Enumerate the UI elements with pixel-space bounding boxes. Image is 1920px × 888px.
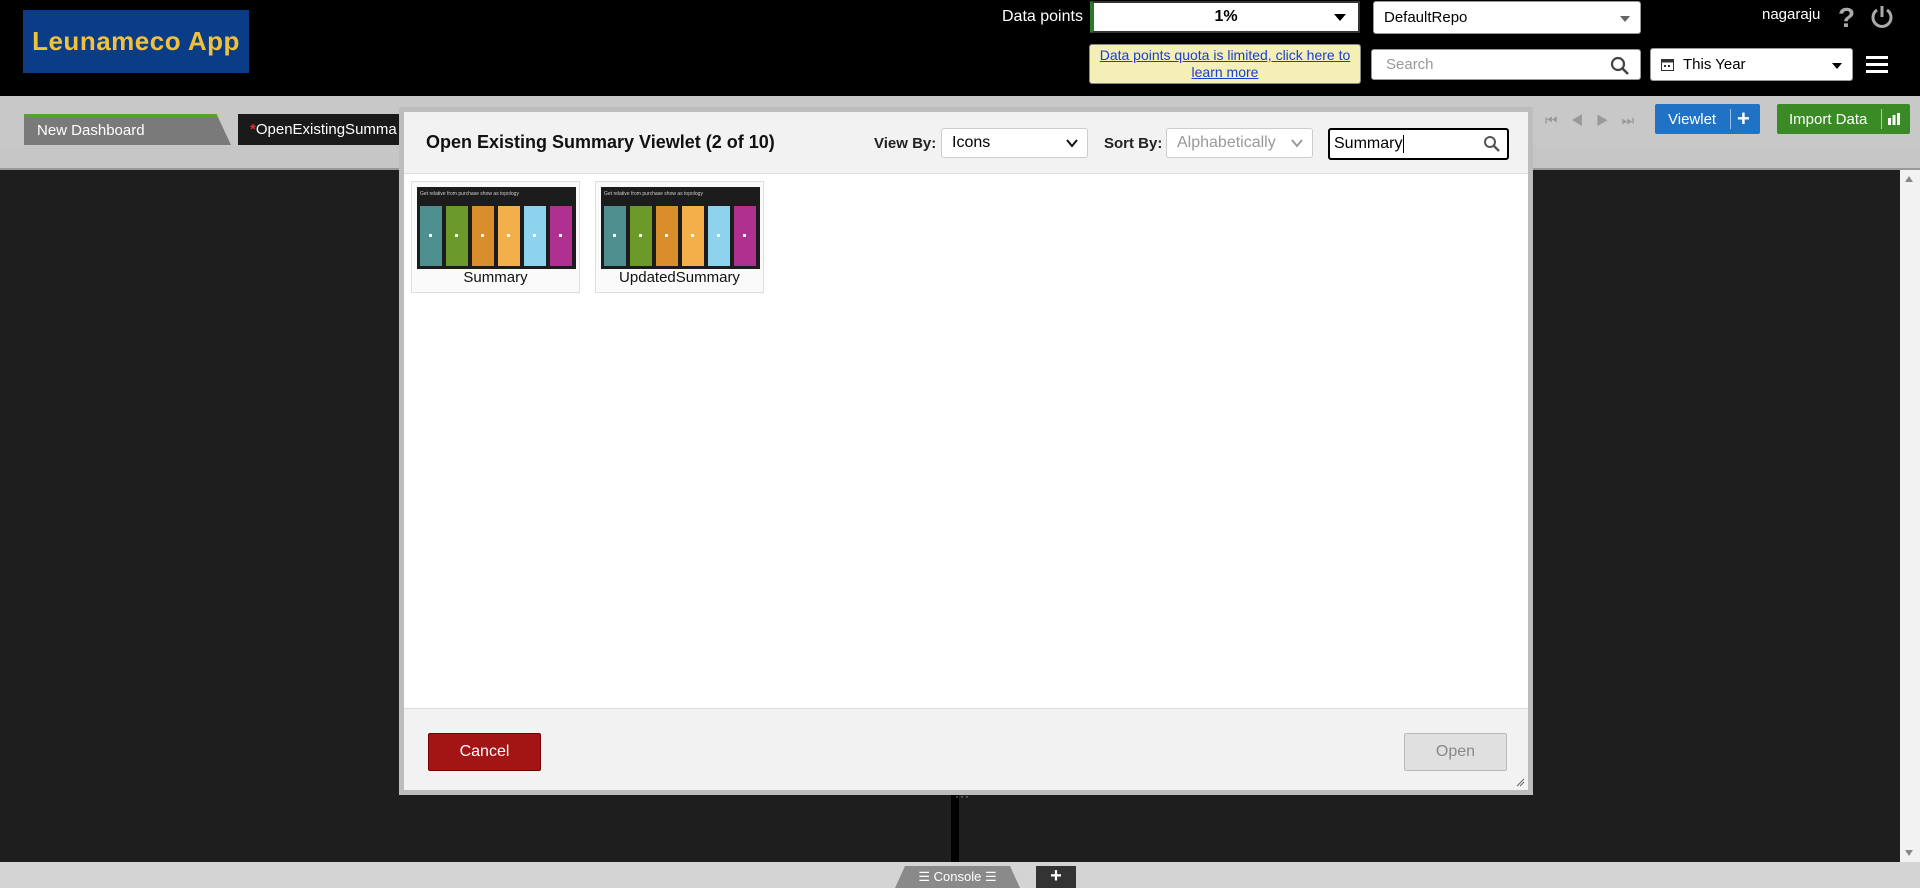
data-points-label: Data points	[1002, 8, 1083, 25]
open-button[interactable]: Open	[1404, 733, 1507, 771]
sort-by-label: Sort By:	[1104, 135, 1163, 152]
thumbnail-bar	[630, 206, 652, 266]
time-range-value: This Year	[1683, 56, 1746, 73]
viewlet-thumbnail: Get relative from purchase show as topol…	[417, 187, 576, 269]
view-by-value: Icons	[952, 134, 991, 151]
thumbnail-bar	[446, 206, 468, 266]
chevron-down-icon	[1066, 139, 1078, 148]
viewlet-name: UpdatedSummary	[619, 269, 740, 286]
open-viewlet-dialog: Open Existing Summary Viewlet (2 of 10) …	[399, 107, 1533, 795]
scroll-up-icon[interactable]	[1905, 176, 1913, 182]
search-placeholder: Search	[1386, 56, 1434, 73]
dialog-header: Open Existing Summary Viewlet (2 of 10) …	[404, 112, 1528, 174]
username[interactable]: nagaraju	[1762, 6, 1820, 23]
viewlet-label: Viewlet	[1668, 110, 1717, 128]
caret-down-icon	[1620, 16, 1630, 22]
chevron-down-icon	[1291, 139, 1303, 148]
sort-by-value: Alphabetically	[1177, 134, 1276, 151]
dialog-footer: Cancel Open	[404, 709, 1528, 790]
view-by-label: View By:	[874, 135, 937, 152]
import-data-button[interactable]: Import Data	[1777, 104, 1910, 134]
data-points-value: 1%	[1214, 8, 1238, 25]
console-tab[interactable]: ☰ Console ☰	[895, 866, 1020, 888]
power-icon[interactable]	[1869, 4, 1895, 30]
viewlet-name: Summary	[463, 269, 528, 286]
thumbnail-bar	[550, 206, 572, 266]
button-separator	[1730, 109, 1731, 129]
thumbnail-bar	[708, 206, 730, 266]
search-icon[interactable]	[1610, 56, 1630, 76]
viewlet-tile-summary[interactable]: Get relative from purchase show as topol…	[411, 181, 580, 293]
cancel-button[interactable]: Cancel	[428, 733, 541, 771]
app-logo[interactable]: Leunameco App	[23, 10, 249, 73]
thumbnail-bar-dot	[533, 234, 536, 237]
thumbnail-bar	[734, 206, 756, 266]
global-search-input[interactable]: Search	[1371, 49, 1641, 80]
scroll-down-icon[interactable]	[1905, 850, 1913, 856]
repo-select[interactable]: DefaultRepo	[1373, 1, 1641, 34]
tab-open-existing-summary[interactable]: *OpenExistingSumma	[238, 114, 418, 145]
thumbnail-bar-dot	[559, 234, 562, 237]
thumbnail-bar-dot	[691, 234, 694, 237]
tab-new-dashboard[interactable]: New Dashboard	[24, 114, 231, 145]
thumbnail-bar-dot	[743, 234, 746, 237]
thumbnail-bar-dot	[507, 234, 510, 237]
quota-link[interactable]: Data points quota is limited, click here…	[1100, 47, 1351, 80]
quota-notice: Data points quota is limited, click here…	[1089, 44, 1361, 84]
thumbnail-bar-dot	[455, 234, 458, 237]
thumbnail-bar	[656, 206, 678, 266]
thumbnail-bar-dot	[613, 234, 616, 237]
resize-grip-icon[interactable]	[1515, 777, 1525, 787]
dialog-title: Open Existing Summary Viewlet (2 of 10)	[426, 132, 775, 152]
tab-label: New Dashboard	[37, 122, 145, 139]
tab-label: OpenExistingSumma	[255, 121, 397, 138]
import-label: Import Data	[1789, 110, 1868, 128]
thumbnail-bar	[682, 206, 704, 266]
help-icon[interactable]: ?	[1838, 2, 1855, 34]
plus-icon: +	[1737, 106, 1750, 131]
viewlet-thumbnail: Get relative from purchase show as topol…	[601, 187, 760, 269]
prev-tab-icon[interactable]: ◀	[1571, 112, 1597, 128]
thumbnail-bar-dot	[429, 234, 432, 237]
thumbnail-bar-dot	[665, 234, 668, 237]
thumbnail-bar	[420, 206, 442, 266]
top-bar: Leunameco App Data points 1% DefaultRepo…	[0, 0, 1920, 96]
thumbnail-bar-dot	[639, 234, 642, 237]
next-tab-icon[interactable]: ▶	[1596, 112, 1622, 128]
search-icon[interactable]	[1483, 135, 1501, 153]
viewlet-tile-updatedsummary[interactable]: Get relative from purchase show as topol…	[595, 181, 764, 293]
import-icon	[1888, 113, 1900, 125]
add-viewlet-button[interactable]: Viewlet +	[1655, 104, 1760, 134]
viewlet-search-input[interactable]: Summary	[1328, 128, 1509, 160]
tab-nav-arrows[interactable]: ⏮◀▶⏭	[1545, 112, 1647, 129]
thumbnail-bar	[472, 206, 494, 266]
sort-by-select[interactable]: Alphabetically	[1166, 128, 1313, 158]
caret-down-icon	[1832, 63, 1842, 69]
view-by-select[interactable]: Icons	[941, 128, 1088, 158]
search-value: Summary	[1334, 135, 1403, 152]
last-tab-icon[interactable]: ⏭	[1622, 112, 1648, 128]
thumbnail-bar-dot	[717, 234, 720, 237]
console-label: Console	[933, 869, 982, 884]
menu-icon[interactable]	[1866, 56, 1888, 74]
workspace-scrollbar[interactable]	[1900, 170, 1920, 862]
caret-down-icon	[1334, 14, 1346, 21]
time-range-select[interactable]: This Year	[1650, 48, 1853, 81]
thumbnail-bar	[524, 206, 546, 266]
button-separator	[1881, 109, 1882, 129]
text-cursor	[1403, 135, 1405, 153]
calendar-icon	[1661, 59, 1674, 71]
thumbnail-bar	[498, 206, 520, 266]
add-panel-button[interactable]: +	[1036, 866, 1076, 888]
repo-value: DefaultRepo	[1384, 9, 1468, 26]
viewlet-grid: Get relative from purchase show as topol…	[404, 174, 1528, 709]
data-points-select[interactable]: 1%	[1090, 1, 1360, 33]
first-tab-icon[interactable]: ⏮	[1545, 112, 1571, 128]
thumbnail-caption: Get relative from purchase show as topol…	[604, 191, 703, 197]
thumbnail-caption: Get relative from purchase show as topol…	[420, 191, 519, 197]
thumbnail-bar-dot	[481, 234, 484, 237]
thumbnail-bar	[604, 206, 626, 266]
